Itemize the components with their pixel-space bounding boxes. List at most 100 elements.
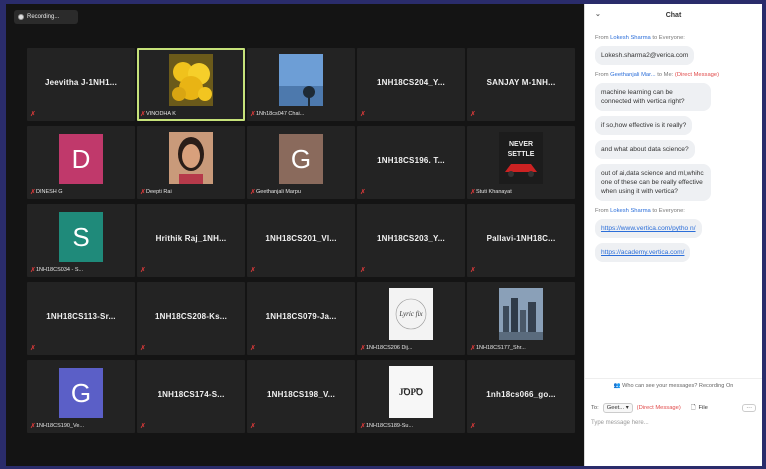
- chat-message: machine learning can be connected with v…: [595, 83, 711, 111]
- participant-avatar: G: [279, 134, 323, 184]
- file-label: File: [698, 405, 708, 411]
- participant-name: 1NH18CS196. T...: [377, 156, 445, 165]
- yellow-flowers-photo: [169, 54, 213, 106]
- participant-label: 1NH18CS190_Ve...: [36, 423, 85, 429]
- participant-name: Hrithik Raj_1NH...: [155, 234, 227, 243]
- chat-panel: ⌄ Chat From Lokesh Sharma to Everyone: L…: [584, 4, 762, 466]
- participant-name: Jeevitha J-1NH1...: [44, 78, 118, 87]
- participant-label: Deepti Rai: [146, 189, 172, 195]
- participant-tile[interactable]: SANJAY M-1NH... ✗: [467, 48, 575, 121]
- record-icon: [18, 14, 24, 20]
- participant-tile[interactable]: S ✗ 1NH18CS034 - S...: [27, 204, 135, 277]
- participant-avatar: S: [59, 212, 103, 262]
- participant-avatar: D: [59, 134, 103, 184]
- participant-label: 1Nh18cs047 Chai...: [256, 111, 305, 117]
- city-skyline-photo: [499, 288, 543, 340]
- muted-mic-icon: ✗: [250, 345, 256, 352]
- participant-tile[interactable]: JꝹPꝹ ✗ 1NH18CS189-Su...: [357, 360, 465, 433]
- svg-text:SETTLE: SETTLE: [508, 151, 535, 158]
- participant-tile[interactable]: 1NH18CS196. T... ✗: [357, 126, 465, 199]
- participant-tile[interactable]: 1NH18CS079-Ja... ✗: [247, 282, 355, 355]
- participant-tile[interactable]: G ✗ Geethanjali Marpu: [247, 126, 355, 199]
- chat-title: Chat: [665, 11, 682, 19]
- participant-tile[interactable]: G ✗ 1NH18CS190_Ve...: [27, 360, 135, 433]
- recording-indicator[interactable]: Recording...: [14, 10, 78, 24]
- sky-tree-photo: [279, 54, 323, 106]
- people-icon: 👥: [613, 383, 621, 389]
- muted-mic-icon: ✗: [140, 267, 146, 274]
- muted-mic-icon: ✗: [140, 345, 146, 352]
- who-can-see-notice[interactable]: 👥 Who can see your messages? Recording O…: [585, 378, 762, 392]
- participant-tile[interactable]: Jeevitha J-1NH1... ✗: [27, 48, 135, 121]
- chat-messages: From Lokesh Sharma to Everyone: Lokesh.s…: [585, 28, 762, 378]
- muted-mic-icon: ✗: [250, 267, 256, 274]
- muted-mic-icon: ✗: [470, 111, 476, 118]
- participant-tile[interactable]: NEVER SETTLE ✗ Stuti Khanayat: [467, 126, 575, 199]
- participant-tile[interactable]: 1NH18CS204_Y... ✗: [357, 48, 465, 121]
- never-settle-car-photo: NEVER SETTLE: [499, 132, 543, 184]
- muted-mic-icon: ✗: [30, 111, 36, 118]
- participant-name: 1NH18CS079-Ja...: [265, 312, 337, 321]
- muted-mic-icon: ✗: [360, 189, 366, 196]
- more-options-button[interactable]: ···: [742, 404, 756, 412]
- participant-name: 1NH18CS204_Y...: [377, 78, 445, 87]
- to-label: To:: [591, 405, 599, 411]
- chat-message: Lokesh.sharma2@verica.com: [595, 46, 695, 65]
- participant-tile[interactable]: 1NH18CS208-Ks... ✗: [137, 282, 245, 355]
- participant-tile[interactable]: ✗ 1Nh18cs047 Chai...: [247, 48, 355, 121]
- participant-tile[interactable]: 1NH18CS201_VI... ✗: [247, 204, 355, 277]
- participant-name: 1NH18CS198_V...: [266, 390, 336, 399]
- participant-label: 1NH18CS206 Dij...: [366, 345, 413, 351]
- direct-message-label: (Direct Message): [636, 405, 681, 411]
- participant-label: VINODHA K: [146, 111, 176, 117]
- recording-label: Recording...: [27, 14, 60, 20]
- participant-avatar: G: [59, 368, 103, 418]
- muted-mic-icon: ✗: [360, 111, 366, 118]
- muted-mic-icon: ✗: [250, 423, 256, 430]
- participant-tile[interactable]: D ✗ DINESH G: [27, 126, 135, 199]
- participant-tile[interactable]: 1NH18CS203_Y... ✗: [357, 204, 465, 277]
- participant-tile[interactable]: ✗ VINODHA K: [137, 48, 245, 121]
- who-can-see-text: Who can see your messages? Recording On: [622, 383, 734, 389]
- muted-mic-icon: ✗: [470, 267, 476, 274]
- participant-tile[interactable]: 1nh18cs066_go... ✗: [467, 360, 575, 433]
- svg-text:NEVER: NEVER: [509, 141, 533, 148]
- participant-tile[interactable]: Hrithik Raj_1NH... ✗: [137, 204, 245, 277]
- recipient-select[interactable]: Geet... ▾: [602, 403, 633, 413]
- participant-tile[interactable]: Pallavi-1NH18C... ✗: [467, 204, 575, 277]
- participant-tile[interactable]: 1NH18CS174-S... ✗: [137, 360, 245, 433]
- gallery-grid: Jeevitha J-1NH1... ✗ ✗ VINODHA K ✗ 1Nh18cs047…: [27, 48, 579, 433]
- participant-tile[interactable]: Lyric fix ✗ 1NH18CS206 Dij...: [357, 282, 465, 355]
- recipient-row: To: Geet... ▾ (Direct Message) 🗋 File ··…: [591, 402, 756, 414]
- muted-mic-icon: ✗: [470, 423, 476, 430]
- chat-link[interactable]: https://www.vertica.com/pytho n/: [595, 219, 702, 238]
- chat-link[interactable]: https://academy.vertica.com/: [595, 243, 691, 262]
- svg-text:Lyric fix: Lyric fix: [398, 310, 423, 318]
- participant-label: 1NH18CS034 - S...: [36, 267, 84, 273]
- chat-message: if so,how effective is it really?: [595, 116, 693, 135]
- chat-message: and what about data science?: [595, 140, 695, 159]
- participant-name: 1NH18CS174-S...: [157, 390, 225, 399]
- participant-tile[interactable]: 1NH18CS198_V... ✗: [247, 360, 355, 433]
- participant-name: 1NH18CS113-Sr...: [46, 312, 116, 321]
- participant-name: 1NH18CS208-Ks...: [154, 312, 228, 321]
- svg-text:JꝹPꝹ: JꝹPꝹ: [399, 387, 423, 397]
- chat-header: ⌄ Chat: [585, 4, 762, 26]
- woman-portrait-photo: [169, 132, 213, 184]
- jdpd-logo-photo: JꝹPꝹ: [389, 366, 433, 418]
- participant-label: Geethanjali Marpu: [256, 189, 301, 195]
- participant-name: 1NH18CS203_Y...: [377, 234, 445, 243]
- participant-tile[interactable]: 1NH18CS113-Sr... ✗: [27, 282, 135, 355]
- chat-message: out of ai,data science and ml,whihc one …: [595, 164, 711, 201]
- chevron-down-icon[interactable]: ⌄: [595, 10, 601, 18]
- participant-label: Stuti Khanayat: [476, 189, 512, 195]
- file-button[interactable]: 🗋 File: [691, 403, 708, 413]
- participant-tile[interactable]: ✗ Deepti Rai: [137, 126, 245, 199]
- message-input[interactable]: Type message here...: [591, 420, 756, 426]
- participant-name: 1nh18cs066_go...: [486, 390, 556, 399]
- lyric-logo-photo: Lyric fix: [389, 288, 433, 340]
- participant-name: 1NH18CS201_VI...: [265, 234, 337, 243]
- participant-tile[interactable]: ✗ 1NH18CS177_Shr...: [467, 282, 575, 355]
- muted-mic-icon: ✗: [360, 267, 366, 274]
- participant-label: DINESH G: [36, 189, 63, 195]
